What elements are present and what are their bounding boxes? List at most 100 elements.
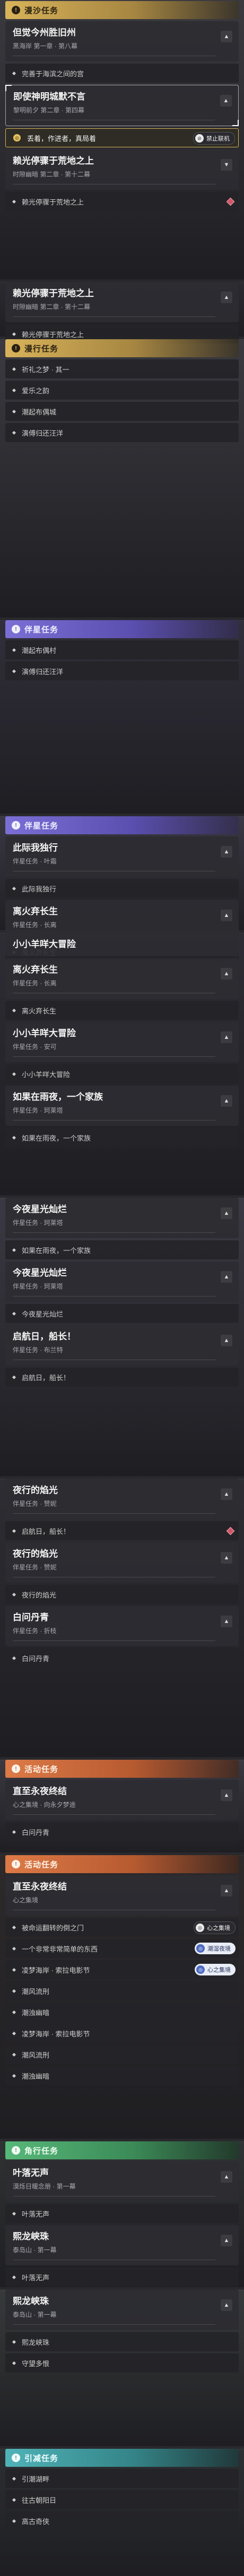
objective-row[interactable]: 祈礼之梦 · 其一 bbox=[5, 359, 239, 378]
objective-row[interactable]: 潮浊幽暗 bbox=[5, 2066, 239, 2085]
category-header[interactable]: ! 引减任务 bbox=[5, 2449, 239, 2467]
quest-card[interactable]: 此际我独行 伴星任务 · 叶霜 ▲ bbox=[5, 836, 239, 877]
objective-row[interactable]: 赖光停骤于荒地之上 bbox=[5, 192, 239, 211]
region-chip[interactable]: ◎ 潮湿夜境 bbox=[195, 1943, 236, 1954]
chevron-up-icon[interactable]: ▲ bbox=[221, 968, 232, 980]
objective-row[interactable]: ◎ 丢着，作进者，真局着 ⊘ 禁止联机 bbox=[5, 128, 239, 147]
objective-row[interactable]: 爱乐之韵 bbox=[5, 381, 239, 400]
objective-row[interactable]: 小小羊咩大冒险 bbox=[5, 1064, 239, 1083]
chevron-up-icon[interactable]: ▲ bbox=[221, 2235, 232, 2246]
chevron-up-icon[interactable]: ▲ bbox=[221, 2299, 232, 2311]
quest-card[interactable]: 启航日，船长！ 伴星任务 · 布兰特 ▲ bbox=[5, 1325, 239, 1365]
quest-card[interactable]: 夜行的焰光 伴星任务 · 赞妮 ▲ bbox=[5, 1542, 239, 1583]
objective-row[interactable]: 往古朝阳日 bbox=[5, 2490, 239, 2509]
region-icon: ◎ bbox=[196, 1944, 205, 1953]
chevron-up-icon[interactable]: ▲ bbox=[221, 846, 232, 858]
objective-row[interactable]: 叶落无声 bbox=[5, 2268, 239, 2287]
quest-card[interactable]: 今夜星光灿烂 伴星任务 · 珂莱塔 ▲ bbox=[5, 1261, 239, 1302]
category-title: 活动任务 bbox=[24, 1860, 59, 1869]
objective-row[interactable]: 演傅归还汪洋 bbox=[5, 423, 239, 442]
diamond-bullet-icon bbox=[12, 367, 16, 371]
quest-card[interactable]: 夜行的焰光 伴星任务 · 赞妮 ▲ bbox=[5, 1479, 239, 1519]
objective-row[interactable]: 如果在雨夜，一个家族 bbox=[5, 1128, 239, 1147]
quest-card[interactable]: 即使神明城默不言 黎明前夕 第二章 · 第四幕 ▲ bbox=[5, 85, 239, 126]
objective-row[interactable]: 潮风流刑 bbox=[5, 2045, 239, 2064]
objective-row[interactable]: 启航日，船长！ bbox=[5, 1521, 239, 1540]
chevron-up-icon[interactable]: ▲ bbox=[221, 31, 232, 42]
quest-card[interactable]: 叶落无声 漠烁日暖念册 · 第一幕 ▲ bbox=[5, 2162, 239, 2202]
quest-subtitle: 伴星任务 · 布兰特 bbox=[13, 1346, 63, 1354]
quest-subtitle: 时隙幽暗 第二章 · 第十二幕 bbox=[13, 303, 90, 311]
quest-card[interactable]: 小小羊咩大冒险 伴星任务 · 安可 ▲ bbox=[5, 1022, 239, 1062]
objective-row[interactable]: 熙龙峡珠 bbox=[5, 2332, 239, 2351]
quest-panel: ! 伴星任务潮起布偶村演傅归还汪洋 bbox=[0, 620, 244, 683]
chevron-up-icon[interactable]: ▲ bbox=[221, 1335, 232, 1346]
objective-row[interactable]: 潮起布偶城 bbox=[5, 402, 239, 421]
category-title: 漫行任务 bbox=[24, 344, 59, 354]
quest-card[interactable]: 熙龙峡珠 泰岛山 · 第一幕 ▲ bbox=[5, 2290, 239, 2330]
objective-row[interactable]: 演傅归还汪洋 bbox=[5, 661, 239, 681]
chevron-up-icon[interactable]: ▲ bbox=[221, 1271, 232, 1283]
region-chip[interactable]: ⊘ 禁止联机 bbox=[193, 132, 235, 145]
objective-row[interactable]: 夜行的焰光 bbox=[5, 1585, 239, 1604]
objective-row[interactable]: 叶落无声 bbox=[5, 2204, 239, 2223]
chevron-up-icon[interactable]: ▲ bbox=[221, 1616, 232, 1627]
category-header[interactable]: ! 角行任务 bbox=[5, 2141, 239, 2159]
chevron-up-icon[interactable]: ▲ bbox=[221, 292, 232, 303]
region-chip[interactable]: ◎ 心之集境 bbox=[194, 1921, 236, 1934]
chevron-up-icon[interactable]: ▲ bbox=[221, 1885, 232, 1896]
quest-title: 夜行的焰光 bbox=[13, 1485, 58, 1495]
objective-row[interactable]: 守望多恨 bbox=[5, 2353, 239, 2372]
quest-card[interactable]: 白问丹青 伴星任务 · 折枝 ▲ bbox=[5, 1606, 239, 1646]
category-header[interactable]: ! 伴星任务 bbox=[5, 816, 239, 834]
objective-row[interactable]: 凌梦海岸 · 索拉电影节 bbox=[5, 2024, 239, 2043]
objective-row[interactable]: 白问丹青 bbox=[5, 1822, 239, 1841]
objective-row[interactable]: 凌梦海岸 · 索拉电影节 ◎ 心之集境 bbox=[5, 1960, 239, 1979]
quest-card[interactable]: 熙龙峡珠 泰岛山 · 第一幕 ▲ bbox=[5, 2225, 239, 2265]
chevron-up-icon[interactable]: ▲ bbox=[221, 2171, 232, 2183]
objective-row[interactable]: 一个非常非常简单的东西 ◎ 潮湿夜境 bbox=[5, 1939, 239, 1958]
category-header[interactable]: ! 漫沙任务 bbox=[5, 1, 239, 19]
objective-row[interactable]: 如果在雨夜，一个家族 bbox=[5, 1240, 239, 1259]
objective-row[interactable]: 高古奇侠 bbox=[5, 2511, 239, 2530]
quest-card[interactable]: 直至永夜终结 心之集境 · 向永夕梦途 ▲ bbox=[5, 1780, 239, 1820]
quest-title: 直至永夜终结 bbox=[13, 1786, 67, 1796]
chevron-up-icon[interactable]: ▲ bbox=[221, 1552, 232, 1564]
objective-row[interactable]: 引潮湖畔 bbox=[5, 2469, 239, 2488]
chevron-up-icon[interactable]: ▲ bbox=[221, 1031, 232, 1043]
diamond-bullet-icon bbox=[12, 1135, 16, 1140]
objective-row[interactable]: 潮风流刑 bbox=[5, 1981, 239, 2000]
category-header[interactable]: ! 漫行任务 bbox=[5, 339, 239, 357]
quest-title: 白问丹青 bbox=[13, 1612, 49, 1622]
quest-card[interactable]: 直至永夜终结 心之集境 ▲ bbox=[5, 1875, 239, 1916]
chevron-down-icon[interactable]: ▼ bbox=[221, 159, 232, 171]
objective-row[interactable]: 启航日，船长！ bbox=[5, 1368, 239, 1387]
objective-row[interactable]: 今夜星光灿烂 bbox=[5, 1304, 239, 1323]
chevron-up-icon[interactable]: ▲ bbox=[221, 1095, 232, 1107]
chevron-up-icon[interactable]: ▲ bbox=[220, 95, 232, 107]
chevron-up-icon[interactable]: ▲ bbox=[221, 1488, 232, 1500]
chevron-up-icon[interactable]: ▲ bbox=[221, 1789, 232, 1801]
quest-card[interactable]: 如果在雨夜，一个家族 伴星任务 · 珂莱塔 ▲ bbox=[5, 1086, 239, 1126]
objective-row[interactable]: 离火弃长生 bbox=[5, 1001, 239, 1020]
quest-card[interactable]: 赖光停骤于荒地之上 时隙幽暗 第二章 · 第十二幕 ▲ bbox=[5, 282, 239, 322]
quest-card[interactable]: 今夜星光灿烂 伴星任务 · 珂莱塔 ▲ bbox=[5, 1198, 239, 1238]
quest-card[interactable]: 但觉今州胜旧州 黑海岸 第一章 · 第八幕 ▲ bbox=[5, 21, 239, 61]
quest-category-icon: ! bbox=[12, 1860, 20, 1868]
chevron-up-icon[interactable]: ▲ bbox=[221, 1207, 232, 1219]
category-header[interactable]: ! 伴星任务 bbox=[5, 620, 239, 638]
objective-row[interactable]: 白问丹青 bbox=[5, 1648, 239, 1668]
objective-row[interactable]: 潮浊幽暗 bbox=[5, 2002, 239, 2022]
objective-row[interactable]: 完善于海滨之间的宫 bbox=[5, 64, 239, 83]
category-header[interactable]: ! 活动任务 bbox=[5, 1855, 239, 1873]
objective-row[interactable]: 此际我独行 bbox=[5, 879, 239, 898]
quest-card[interactable]: 离火弃长生 伴星任务 · 长离 ▲ bbox=[5, 958, 239, 999]
region-chip[interactable]: ◎ 心之集境 bbox=[195, 1964, 236, 1975]
category-header[interactable]: ! 活动任务 bbox=[5, 1760, 239, 1778]
objective-row[interactable]: 被命运翻转的倒之门 ◎ 心之集境 bbox=[5, 1918, 239, 1937]
quest-card[interactable]: 小小羊咩大冒险 bbox=[5, 933, 239, 956]
objective-row[interactable]: 潮起布偶村 bbox=[5, 640, 239, 659]
quest-title: 小小羊咩大冒险 bbox=[13, 939, 76, 949]
quest-card[interactable]: 赖光停骤于荒地之上 时隙幽暗 第二章 · 第十二幕 ▼ bbox=[5, 149, 239, 190]
chevron-up-icon[interactable]: ▲ bbox=[221, 910, 232, 921]
